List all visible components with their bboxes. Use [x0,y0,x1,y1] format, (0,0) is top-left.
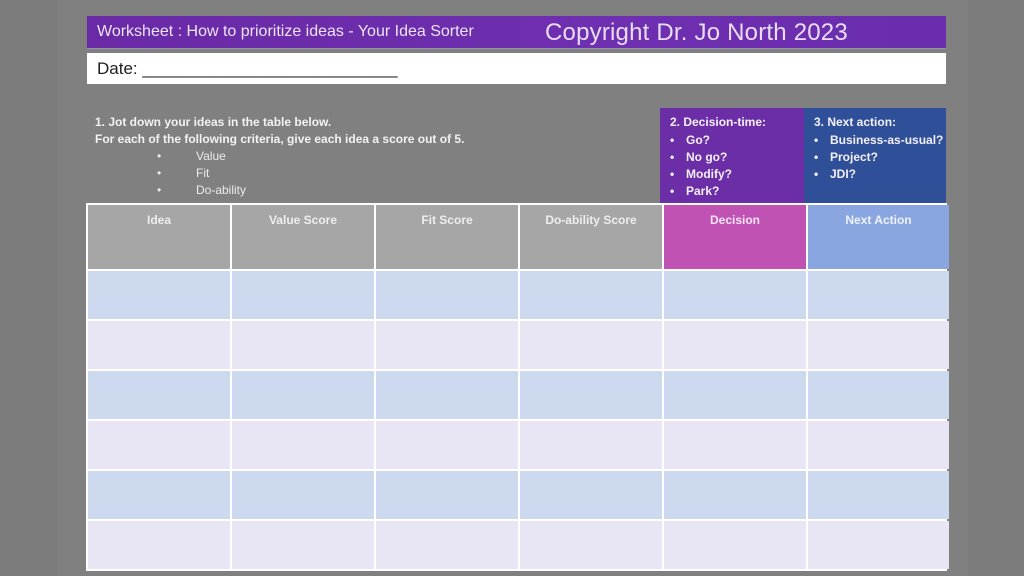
bullet-icon: • [814,167,819,181]
criteria-label: Fit [196,166,210,180]
table-cell-fit-score[interactable] [376,421,518,469]
copyright-text: Copyright Dr. Jo North 2023 [545,19,848,46]
table-cell-fit-score[interactable] [376,271,518,319]
worksheet-title: Worksheet : How to prioritize ideas - Yo… [97,23,474,40]
table-cell-next-action[interactable] [808,371,949,419]
table-cell-value-score[interactable] [232,371,374,419]
bullet-icon: • [157,166,162,180]
instruction-step-1-detail: For each of the following criteria, give… [95,132,465,146]
next-action-option: • Project? [814,150,879,164]
table-cell-decision[interactable] [664,321,806,369]
column-header-idea: Idea [88,205,230,269]
criteria-label: Do-ability [196,183,247,197]
table-cell-doability-score[interactable] [520,271,662,319]
bullet-icon: • [670,150,675,164]
table-cell-idea[interactable] [88,521,230,569]
date-field[interactable]: Date: ___________________________ [97,59,398,79]
table-cell-idea[interactable] [88,471,230,519]
table-cell-idea[interactable] [88,321,230,369]
bullet-icon: • [670,133,675,147]
instruction-step-1: 1. Jot down your ideas in the table belo… [95,115,332,129]
title-bar: Worksheet : How to prioritize ideas - Yo… [87,16,946,48]
table-cell-fit-score[interactable] [376,471,518,519]
decision-options: • Go? • No go? • Modify? • Park? [670,132,732,200]
column-header-doability-score: Do-ability Score [520,205,662,269]
table-cell-decision[interactable] [664,371,806,419]
table-cell-fit-score[interactable] [376,371,518,419]
bullet-icon: • [814,150,819,164]
table-cell-value-score[interactable] [232,421,374,469]
bullet-icon: • [670,184,675,198]
table-cell-idea[interactable] [88,271,230,319]
bullet-icon: • [157,183,162,197]
idea-sorter-table: Idea Value Score Fit Score Do-ability Sc… [86,203,949,571]
date-bar: Date: ___________________________ [87,53,946,84]
decision-time-title: 2. Decision-time: [670,115,767,129]
table-cell-value-score[interactable] [232,521,374,569]
decision-option: • No go? [670,150,728,164]
table-cell-decision[interactable] [664,271,806,319]
column-header-fit-score: Fit Score [376,205,518,269]
table-cell-doability-score[interactable] [520,371,662,419]
table-cell-next-action[interactable] [808,271,949,319]
background-right [968,0,1024,576]
decision-option: • Modify? [670,167,732,181]
decision-option: • Park? [670,184,720,198]
table-cell-decision[interactable] [664,521,806,569]
table-cell-doability-score[interactable] [520,471,662,519]
table-cell-doability-score[interactable] [520,321,662,369]
table-cell-value-score[interactable] [232,271,374,319]
table-cell-value-score[interactable] [232,471,374,519]
column-header-decision: Decision [664,205,806,269]
bullet-icon: • [670,167,675,181]
table-cell-fit-score[interactable] [376,321,518,369]
table-cell-next-action[interactable] [808,321,949,369]
table-cell-value-score[interactable] [232,321,374,369]
criteria-item-doability: • Do-ability [157,182,246,199]
table-cell-next-action[interactable] [808,421,949,469]
table-cell-next-action[interactable] [808,471,949,519]
decision-time-box: 2. Decision-time: • Go? • No go? • Modify? … [660,108,804,204]
table-cell-idea[interactable] [88,421,230,469]
table-cell-decision[interactable] [664,421,806,469]
table-cell-doability-score[interactable] [520,421,662,469]
bullet-icon: • [157,149,162,163]
next-action-title: 3. Next action: [814,115,897,129]
background-left [0,0,58,576]
next-action-box: 3. Next action: • Business-as-usual? • Pro… [804,108,946,204]
next-action-options: • Business-as-usual? • Project? • JDI? [814,132,943,183]
instructions: 1. Jot down your ideas in the table belo… [95,114,464,148]
criteria-item-value: • Value [157,148,246,165]
table-cell-doability-score[interactable] [520,521,662,569]
criteria-item-fit: • Fit [157,165,246,182]
column-header-next-action: Next Action [808,205,949,269]
table-cell-next-action[interactable] [808,521,949,569]
column-header-value-score: Value Score [232,205,374,269]
table-cell-fit-score[interactable] [376,521,518,569]
decision-option: • Go? [670,133,710,147]
criteria-list: • Value • Fit • Do-ability [157,148,246,199]
table-cell-idea[interactable] [88,371,230,419]
next-action-option: • JDI? [814,167,857,181]
criteria-label: Value [196,149,226,163]
bullet-icon: • [814,133,819,147]
next-action-option: • Business-as-usual? [814,133,944,147]
table-cell-decision[interactable] [664,471,806,519]
